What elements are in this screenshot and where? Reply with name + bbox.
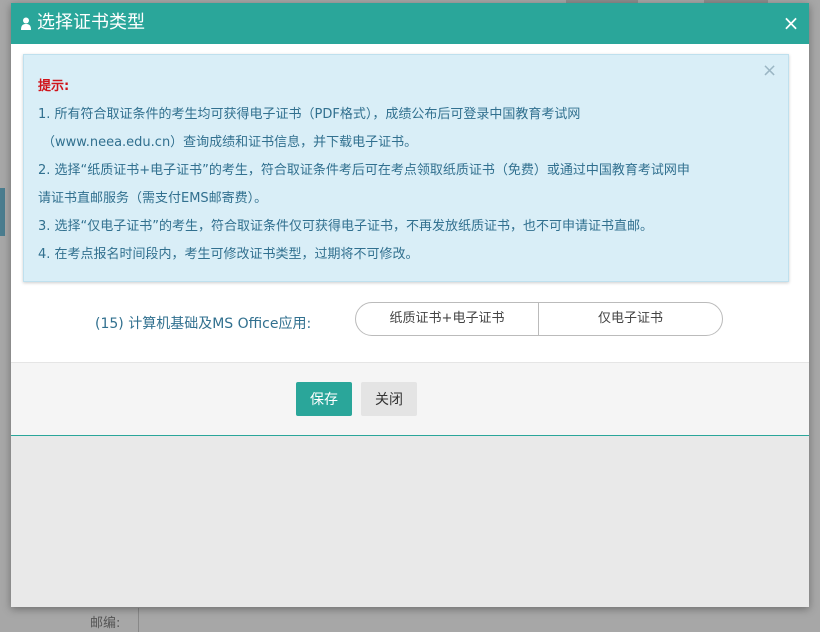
certificate-type-dialog: 选择证书类型 × × 提示: 1. 所有符合取证条件的考生均可获得电子证书（PD… — [11, 3, 809, 607]
background-sidebar-marker — [0, 188, 5, 236]
dialog-footer: 保存 关闭 — [11, 362, 809, 436]
dialog-header: 选择证书类型 × — [11, 3, 809, 44]
user-icon — [21, 17, 31, 30]
alert-line: （www.neea.edu.cn）查询成绩和证书信息，并下载电子证书。 — [42, 135, 418, 150]
background-zip-label: 邮编: — [90, 616, 121, 631]
alert-line: 4. 在考点报名时间段内，考生可修改证书类型，过期将不可修改。 — [38, 247, 419, 262]
certificate-type-toggle: 纸质证书+电子证书 仅电子证书 — [355, 302, 723, 336]
dialog-title: 选择证书类型 — [37, 12, 145, 33]
alert-line: 1. 所有符合取证条件的考生均可获得电子证书（PDF格式），成绩公布后可登录中国… — [38, 107, 581, 122]
dialog-body: × 提示: 1. 所有符合取证条件的考生均可获得电子证书（PDF格式），成绩公布… — [11, 44, 809, 362]
alert-line: 请证书直邮服务（需支付EMS邮寄费）。 — [38, 191, 268, 206]
close-icon[interactable]: × — [781, 13, 801, 33]
option-paper-and-electronic[interactable]: 纸质证书+电子证书 — [356, 303, 539, 335]
close-button[interactable]: 关闭 — [361, 382, 417, 416]
subject-label: (15) 计算机基础及MS Office应用: — [95, 316, 312, 332]
background-divider — [138, 608, 139, 632]
alert-line: 3. 选择“仅电子证书”的考生，符合取证条件仅可获得电子证书，不再发放纸质证书，… — [38, 219, 654, 234]
alert-title: 提示: — [38, 79, 70, 94]
option-electronic-only[interactable]: 仅电子证书 — [539, 303, 722, 335]
info-alert: × 提示: 1. 所有符合取证条件的考生均可获得电子证书（PDF格式），成绩公布… — [23, 54, 789, 282]
save-button[interactable]: 保存 — [296, 382, 352, 416]
dialog-empty-area — [11, 436, 809, 607]
alert-close-icon[interactable]: × — [762, 62, 777, 80]
alert-line: 2. 选择“纸质证书+电子证书”的考生，符合取证条件考后可在考点领取纸质证书（免… — [38, 163, 690, 178]
